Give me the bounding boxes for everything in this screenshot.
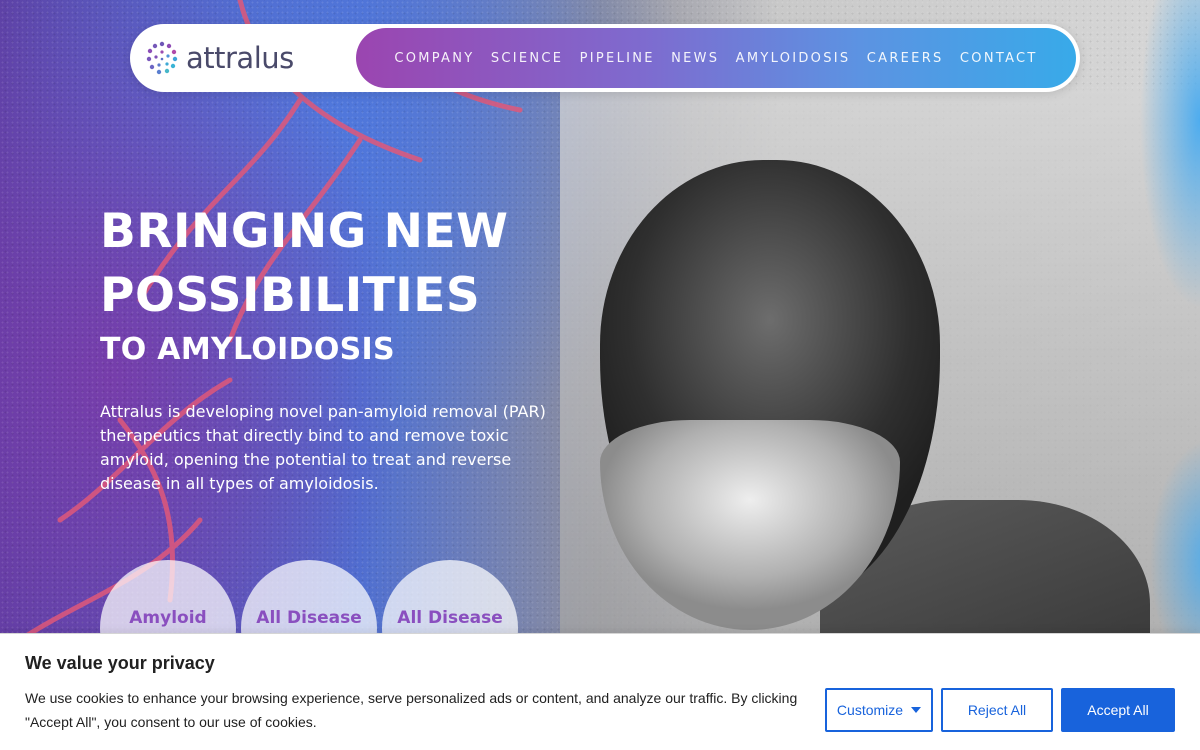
nav-link-contact[interactable]: CONTACT	[960, 51, 1038, 66]
cookie-description: We use cookies to enhance your browsing …	[25, 690, 798, 730]
dotted-circle-logo-icon	[146, 41, 178, 75]
hero-title-line-1: BRINGING NEW	[100, 204, 509, 259]
nav-link-careers[interactable]: CAREERS	[867, 51, 944, 66]
cookie-title: We value your privacy	[25, 653, 215, 673]
nav-link-news[interactable]: NEWS	[671, 51, 719, 66]
cookie-consent-banner: We value your privacy We use cookies to …	[0, 633, 1200, 750]
customize-button-label: Customize	[836, 702, 904, 718]
nav-link-science[interactable]: SCIENCE	[491, 51, 564, 66]
hero-title-line-2: POSSIBILITIES	[100, 268, 481, 323]
hero-subtitle: TO AMYLOIDOSIS	[100, 332, 395, 367]
accept-all-button[interactable]: Accept All	[1061, 688, 1175, 732]
caret-down-icon	[911, 707, 922, 713]
reject-all-button[interactable]: Reject All	[941, 688, 1053, 732]
nav-link-amyloidosis[interactable]: AMYLOIDOSIS	[736, 51, 851, 66]
hero-description: Attralus is developing novel pan-amyloid…	[100, 402, 546, 493]
nav-link-company[interactable]: COMPANY	[394, 51, 474, 66]
site-logo[interactable]: attralus	[144, 38, 294, 78]
customize-button[interactable]: Customize	[825, 688, 933, 732]
top-navigation: attralus COMPANY SCIENCE PIPELINE NEWS A…	[130, 24, 1080, 92]
logo-wordmark: attralus	[186, 41, 294, 75]
main-menu: COMPANY SCIENCE PIPELINE NEWS AMYLOIDOSI…	[356, 28, 1076, 88]
nav-link-pipeline[interactable]: PIPELINE	[580, 51, 655, 66]
hero-title: BRINGING NEW POSSIBILITIES	[100, 200, 580, 328]
